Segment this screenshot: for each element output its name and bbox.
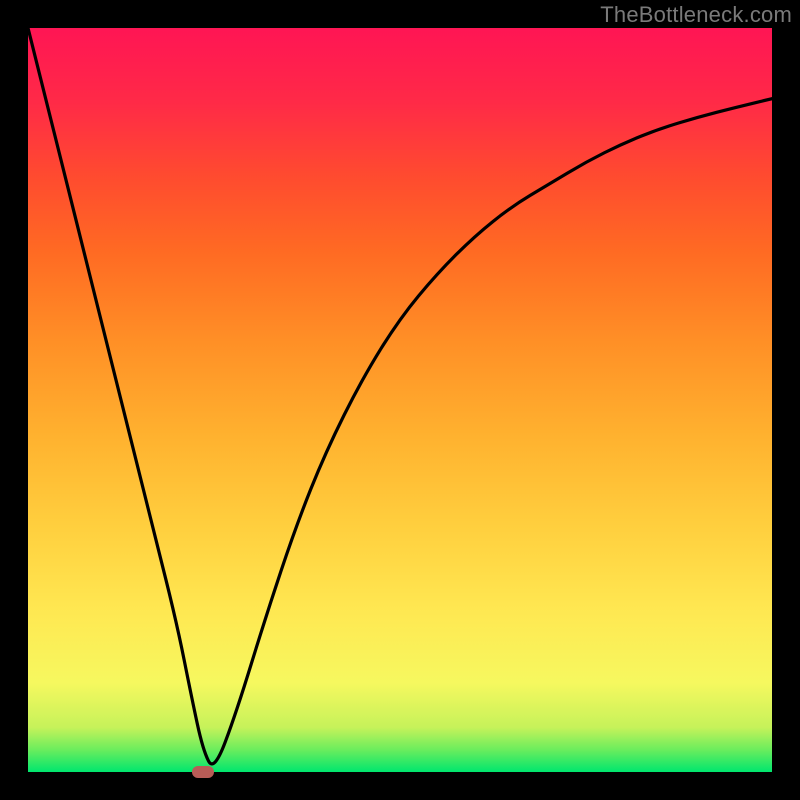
- chart-frame: TheBottleneck.com: [0, 0, 800, 800]
- plot-area: [28, 28, 772, 772]
- optimal-marker: [192, 766, 214, 778]
- watermark-text: TheBottleneck.com: [600, 2, 792, 28]
- bottleneck-curve: [28, 28, 772, 772]
